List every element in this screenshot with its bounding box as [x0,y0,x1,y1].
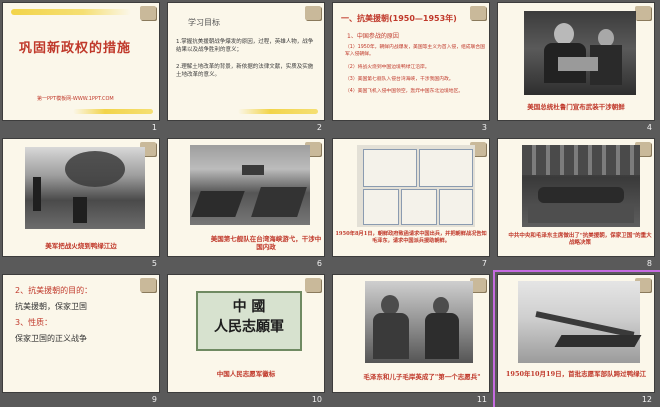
slide-caption: 毛泽东和儿子毛岸英成了"第一个志愿兵" [363,373,481,381]
slide-8-canvas: 中共中央和毛泽东主席做出了"抗美援朝，保家卫国"的重大战略决策 [498,139,654,256]
slide-number: 7 [481,259,487,268]
slide-number: 1 [151,123,157,132]
badge-line-2: 人民志願軍 [214,319,284,335]
nature-heading: 3、性质： [15,318,53,327]
slide-thumbnail-1[interactable]: 巩固新政权的措施 第一PPT模板网-WWW.1PPT.COM 1 [0,0,165,135]
slide-5-canvas: 美军把战火烧到鸭绿江边 [3,139,159,256]
slide-6-canvas: 美国第七舰队在台湾海峡游弋，干涉中国内政 [168,139,324,256]
slide-3-canvas: 一、抗美援朝(1950—1953年) 1、中国参战的原因 （1）1950年，朝鲜… [333,3,489,120]
slide-caption: 1950年10月19日，首批志愿军部队跨过鸭绿江 [505,370,647,378]
objective-2: 2.理解土地改革的背景，新依据的法律文献，实质及实施土地改革的意义。 [176,64,314,78]
slide-thumbnail-8[interactable]: 中共中央和毛泽东主席做出了"抗美援朝，保家卫国"的重大战略决策 8 [495,136,660,271]
slide-7-canvas: 1950年8月1日，朝鲜政府致函请求中国出兵，并把朝鲜战况告知毛泽东，请求中国派… [333,139,489,256]
slide-number: 12 [641,395,652,404]
truman-photo [524,11,636,95]
slide-number: 3 [481,123,487,132]
slide-1-canvas: 巩固新政权的措施 第一PPT模板网-WWW.1PPT.COM [3,3,159,120]
slide-heading: 学习目标 [188,18,220,27]
slide-caption: 中共中央和毛泽东主席做出了"抗美援朝，保家卫国"的重大战略决策 [508,233,652,246]
slide-thumbnail-12[interactable]: 1950年10月19日，首批志愿军部队跨过鸭绿江 12 [495,272,660,407]
slide-subtitle: 1、中国参战的原因 [347,33,399,40]
slide-number: 10 [311,395,322,404]
objective-1: 1.掌握抗美援朝战争爆发的原因，过程，英雄人物，战争结果以及战争胜利的意义； [176,39,314,53]
book-icon [470,6,486,20]
slide-number: 6 [316,259,322,268]
slide-title: 一、抗美援朝(1950—1953年) [341,14,457,23]
slide-11-canvas: 毛泽东和儿子毛岸英成了"第一个志愿兵" [333,275,489,392]
slide-thumbnail-3[interactable]: 一、抗美援朝(1950—1953年) 1、中国参战的原因 （1）1950年，朝鲜… [330,0,495,135]
slide-thumbnail-6[interactable]: 美国第七舰队在台湾海峡游弋，干涉中国内政 6 [165,136,330,271]
book-icon [140,6,156,20]
book-icon [305,278,321,292]
reason-4: （4）美国飞机入侵中国领空，轰炸中国东北边境地区。 [345,89,464,94]
slide-2-canvas: 学习目标 1.掌握抗美援朝战争爆发的原因，过程，英雄人物，战争结果以及战争胜利的… [168,3,324,120]
slide-caption: 美国第七舰队在台湾海峡游弋，干涉中国内政 [210,235,322,251]
slide-number: 9 [151,395,157,404]
slide-thumbnail-7[interactable]: 1950年8月1日，朝鲜政府致函请求中国出兵，并把朝鲜战况告知毛泽东，请求中国派… [330,136,495,271]
slide-caption: 1950年8月1日，朝鲜政府致函请求中国出兵，并把朝鲜战况告知毛泽东，请求中国派… [335,231,487,244]
reason-3: （3）美国第七舰队入侵台湾海峡，干涉我国内政。 [345,77,454,82]
slide-thumbnail-10[interactable]: 中 國 人民志願軍 中国人民志愿军徽标 10 [165,272,330,407]
fleet-photo [190,145,310,225]
slide-number: 5 [151,259,157,268]
letter-photo [357,145,475,227]
bridge-photo [518,281,642,363]
slide-thumbnail-9[interactable]: 2、抗美援朝的目的： 抗美援朝，保家卫国 3、性质： 保家卫国的正义战争 9 [0,272,165,407]
slide-number: 11 [476,395,487,404]
purpose-heading: 2、抗美援朝的目的： [15,286,93,295]
slide-4-canvas: 美国总统杜鲁门宣布武装干涉朝鲜 [498,3,654,120]
slide-sorter-grid: 巩固新政权的措施 第一PPT模板网-WWW.1PPT.COM 1 学习目标 1.… [0,0,660,407]
book-icon [305,6,321,20]
meeting-photo [522,145,640,227]
reason-1: （1）1950年，朝鲜内战爆发，美国等主义为首入侵，组成联合国军入侵朝鲜。 [345,45,485,57]
brush-stroke [238,109,318,114]
slide-number: 4 [646,123,652,132]
slide-thumbnail-4[interactable]: 美国总统杜鲁门宣布武装干涉朝鲜 4 [495,0,660,135]
reason-2: （2）将战火烧到中国边境鸭绿江沿岸。 [345,65,430,70]
book-icon [635,6,651,20]
slide-number: 2 [316,123,322,132]
book-icon [140,278,156,292]
badge-line-1: 中 國 [232,299,266,315]
slide-9-canvas: 2、抗美援朝的目的： 抗美援朝，保家卫国 3、性质： 保家卫国的正义战争 [3,275,159,392]
slide-thumbnail-2[interactable]: 学习目标 1.掌握抗美援朝战争爆发的原因，过程，英雄人物，战争结果以及战争胜利的… [165,0,330,135]
brush-stroke [11,9,131,15]
slide-link: 第一PPT模板网-WWW.1PPT.COM [37,96,114,102]
brush-stroke [73,109,153,114]
slide-title: 巩固新政权的措施 [19,41,132,56]
purpose-text: 抗美援朝，保家卫国 [15,302,87,311]
slide-number: 8 [646,259,652,268]
slide-10-canvas: 中 國 人民志願軍 中国人民志愿军徽标 [168,275,324,392]
slide-thumbnail-11[interactable]: 毛泽东和儿子毛岸英成了"第一个志愿兵" 11 [330,272,495,407]
nature-text: 保家卫国的正义战争 [15,334,87,343]
slide-caption: 美国总统杜鲁门宣布武装干涉朝鲜 [527,103,625,111]
slide-caption: 中国人民志愿军徽标 [216,370,276,378]
battlefield-photo [25,147,145,229]
volunteer-badge: 中 國 人民志願軍 [196,291,302,351]
slide-caption: 美军把战火烧到鸭绿江边 [45,242,117,250]
slide-thumbnail-5[interactable]: 美军把战火烧到鸭绿江边 5 [0,136,165,271]
mao-photo [365,281,473,363]
slide-12-canvas: 1950年10月19日，首批志愿军部队跨过鸭绿江 [498,275,654,392]
